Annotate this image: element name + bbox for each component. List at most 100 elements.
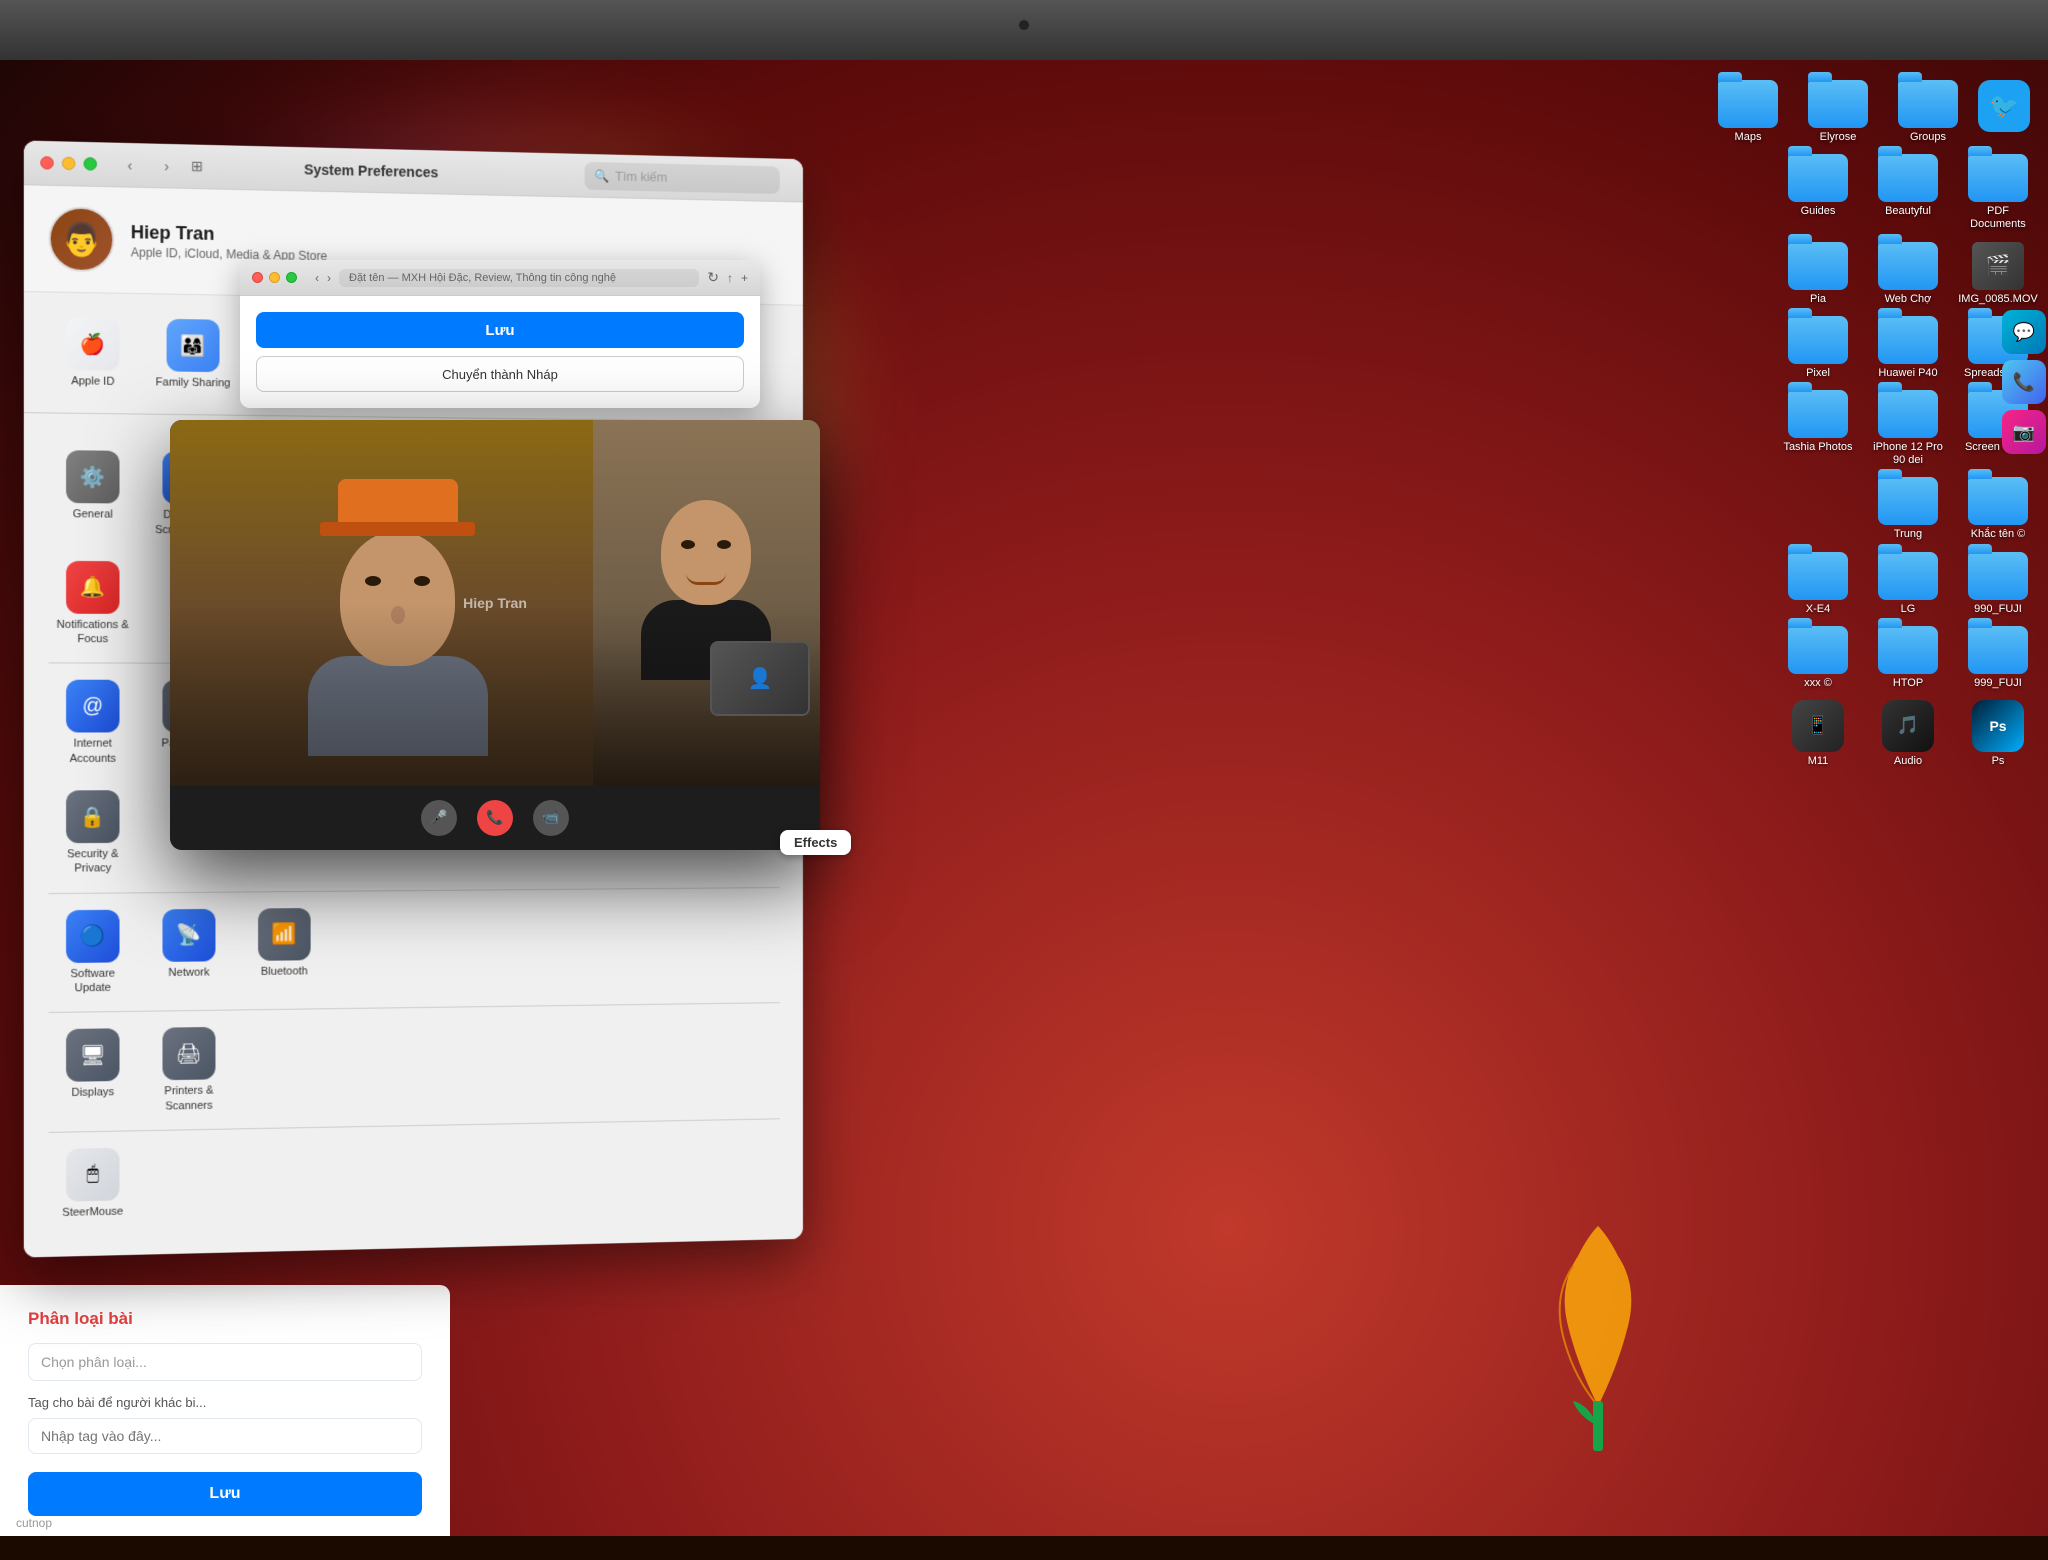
camera-dot bbox=[1019, 20, 1029, 30]
save-primary-button[interactable]: Lưu bbox=[256, 312, 744, 348]
folder-icon-beautyful bbox=[1878, 154, 1938, 202]
desktop-folder-khacten[interactable]: Khắc tên © bbox=[1958, 477, 2038, 541]
search-area: 🔍 Tìm kiếm bbox=[585, 161, 780, 193]
desktop-folder-groups[interactable]: Groups bbox=[1888, 80, 1968, 144]
url-back-button[interactable]: ‹ bbox=[315, 271, 319, 285]
desktop-app-m11[interactable]: 📱 M11 bbox=[1778, 700, 1858, 768]
desktop-folder-beautyful[interactable]: Beautyful bbox=[1868, 154, 1948, 231]
folder-label-tashia: Tashia Photos bbox=[1783, 441, 1852, 454]
end-call-button[interactable]: 📞 bbox=[477, 800, 513, 836]
desktop-row-4: Pixel Huawei P40 Spreadsheets bbox=[1558, 316, 2038, 380]
desktop-folder-pixel[interactable]: Pixel bbox=[1778, 316, 1858, 380]
article-editor-window: ‹ › Đặt tên — MXH Hội Đặc, Review, Thông… bbox=[240, 260, 760, 408]
hat-top bbox=[338, 479, 458, 524]
folder-icon-htop bbox=[1878, 626, 1938, 674]
audio-icon: 🎵 bbox=[1882, 700, 1934, 752]
desktop-folder-guides[interactable]: Guides bbox=[1778, 154, 1858, 231]
desktop-folder-tashia[interactable]: Tashia Photos bbox=[1778, 390, 1858, 467]
family-sharing-icon: 👨‍👩‍👧 bbox=[167, 319, 220, 372]
folder-icon-trung bbox=[1878, 477, 1938, 525]
dock-app-facetime[interactable]: 📞 bbox=[2002, 360, 2046, 404]
profile-avatar[interactable]: 👨 bbox=[49, 206, 115, 272]
switch-to-draft-button[interactable]: Chuyển thành Nháp bbox=[256, 356, 744, 392]
desktop-app-audio[interactable]: 🎵 Audio bbox=[1868, 700, 1948, 768]
folder-icon-pixel bbox=[1788, 316, 1848, 364]
article-editor-maximize[interactable] bbox=[286, 272, 297, 283]
url-forward-button[interactable]: › bbox=[327, 271, 331, 285]
desktop-folder-webcho[interactable]: Web Chợ bbox=[1868, 242, 1948, 306]
video-toggle-button[interactable]: 📹 bbox=[533, 800, 569, 836]
refresh-icon[interactable]: ↻ bbox=[707, 269, 719, 286]
facetime-video-area: Hiep Tran 👤 bbox=[170, 420, 820, 786]
folder-label-999fuji: 999_FUJI bbox=[1974, 677, 2022, 690]
article-editor-close[interactable] bbox=[252, 272, 263, 283]
desktop-folder-pdf[interactable]: PDF Documents bbox=[1958, 154, 2038, 231]
folder-label-huawei: Huawei P40 bbox=[1878, 367, 1937, 380]
blog-tag-label: Tag cho bài để người khác bi... bbox=[28, 1395, 422, 1410]
effects-button[interactable]: Effects bbox=[780, 830, 851, 855]
pref-icon-printers[interactable]: 🖨 Printers & Scanners bbox=[145, 1019, 233, 1122]
desktop-folder-990fuji[interactable]: 990_FUJI bbox=[1958, 552, 2038, 616]
bluetooth-label: Bluetooth bbox=[261, 964, 308, 979]
pref-icon-security[interactable]: 🔒 Security & Privacy bbox=[49, 782, 137, 885]
website-label: cutnop bbox=[16, 1516, 52, 1530]
minimize-button[interactable] bbox=[62, 157, 75, 171]
apple-id-label: Apple ID bbox=[71, 374, 114, 389]
desktop-folder-trung[interactable]: Trung bbox=[1868, 477, 1948, 541]
section-divider-4 bbox=[49, 1002, 780, 1013]
desktop-folder-lg[interactable]: LG bbox=[1868, 552, 1948, 616]
dock-app-twitter[interactable]: 🐦 bbox=[1978, 80, 2038, 144]
desktop-row-1: Maps Elyrose Groups 🐦 bbox=[1558, 80, 2038, 144]
pref-icon-network[interactable]: 📡 Network bbox=[145, 900, 233, 1003]
desktop-folder-xxx[interactable]: xxx © bbox=[1778, 626, 1858, 690]
notifications-icon: 🔔 bbox=[66, 561, 119, 614]
desktop-folder-htop[interactable]: HTOP bbox=[1868, 626, 1948, 690]
apple-id-icon: 🍎 bbox=[66, 317, 119, 371]
pref-icon-bluetooth[interactable]: 📶 Bluetooth bbox=[241, 899, 328, 1001]
desktop-row-8: xxx © HTOP 999_FUJI bbox=[1558, 626, 2038, 690]
pref-icon-softwareupdate[interactable]: 🔵 Software Update bbox=[49, 901, 137, 1004]
close-button[interactable] bbox=[40, 156, 53, 170]
pref-icon-family-sharing[interactable]: 👨‍👩‍👧 Family Sharing bbox=[149, 310, 237, 398]
desktop-row-6: Trung Khắc tên © bbox=[1558, 477, 2038, 541]
desktop-folder-huawei[interactable]: Huawei P40 bbox=[1868, 316, 1948, 380]
dock-app-photos[interactable]: 📷 bbox=[2002, 410, 2046, 454]
security-label: Security & Privacy bbox=[53, 847, 133, 877]
blog-tag-input[interactable] bbox=[28, 1418, 422, 1454]
pip-person-icon: 👤 bbox=[748, 666, 773, 691]
folder-label-iphone12: iPhone 12 Pro 90 dei bbox=[1868, 441, 1948, 467]
dock-app-messages[interactable]: 💬 bbox=[2002, 310, 2046, 354]
internet-label: Internet Accounts bbox=[53, 737, 133, 766]
search-container[interactable]: 🔍 Tìm kiếm bbox=[585, 161, 780, 193]
blog-category-select[interactable]: Chọn phân loại... bbox=[28, 1343, 422, 1381]
pref-icon-displays[interactable]: 🖥 Displays bbox=[49, 1020, 137, 1123]
pref-icon-apple-id[interactable]: 🍎 Apple ID bbox=[49, 309, 137, 398]
pref-icon-general[interactable]: ⚙️ General bbox=[49, 442, 137, 545]
desktop-folder-maps[interactable]: Maps bbox=[1708, 80, 1788, 144]
pref-icon-internet[interactable]: @ Internet Accounts bbox=[49, 672, 137, 774]
pref-icon-notifications[interactable]: 🔔 Notifications & Focus bbox=[49, 553, 137, 655]
back-button[interactable]: ‹ bbox=[117, 152, 142, 177]
desktop-app-photoshop[interactable]: Ps Ps bbox=[1958, 700, 2038, 768]
displays-icon: 🖥 bbox=[66, 1029, 119, 1083]
folder-icon-tashia bbox=[1788, 390, 1848, 438]
desktop-folder-pia[interactable]: Pia bbox=[1778, 242, 1858, 306]
desktop-folder-999fuji[interactable]: 999_FUJI bbox=[1958, 626, 2038, 690]
desktop-folder-elyrose[interactable]: Elyrose bbox=[1798, 80, 1878, 144]
url-bar[interactable]: Đặt tên — MXH Hội Đặc, Review, Thông tin… bbox=[339, 269, 699, 287]
blog-save-button[interactable]: Lưu bbox=[28, 1472, 422, 1516]
mute-button[interactable]: 🎤 bbox=[421, 800, 457, 836]
facetime-pip-thumbnail[interactable]: 👤 bbox=[710, 641, 810, 716]
share-icon[interactable]: ↑ bbox=[727, 271, 733, 285]
article-editor-minimize[interactable] bbox=[269, 272, 280, 283]
desktop-folder-iphone12[interactable]: iPhone 12 Pro 90 dei bbox=[1868, 390, 1948, 467]
maximize-button[interactable] bbox=[84, 157, 97, 170]
desktop-folder-xe4[interactable]: X-E4 bbox=[1778, 552, 1858, 616]
folder-icon-huawei bbox=[1878, 316, 1938, 364]
folder-label-groups: Groups bbox=[1910, 131, 1946, 144]
desktop-file-img[interactable]: 🎬 IMG_0085.MOV bbox=[1958, 242, 2038, 306]
pref-icon-steermouse[interactable]: 🖱 SteerMouse bbox=[49, 1139, 137, 1228]
security-icon: 🔒 bbox=[66, 790, 119, 843]
folder-label-trung: Trung bbox=[1894, 528, 1922, 541]
add-tab-icon[interactable]: + bbox=[741, 271, 748, 285]
